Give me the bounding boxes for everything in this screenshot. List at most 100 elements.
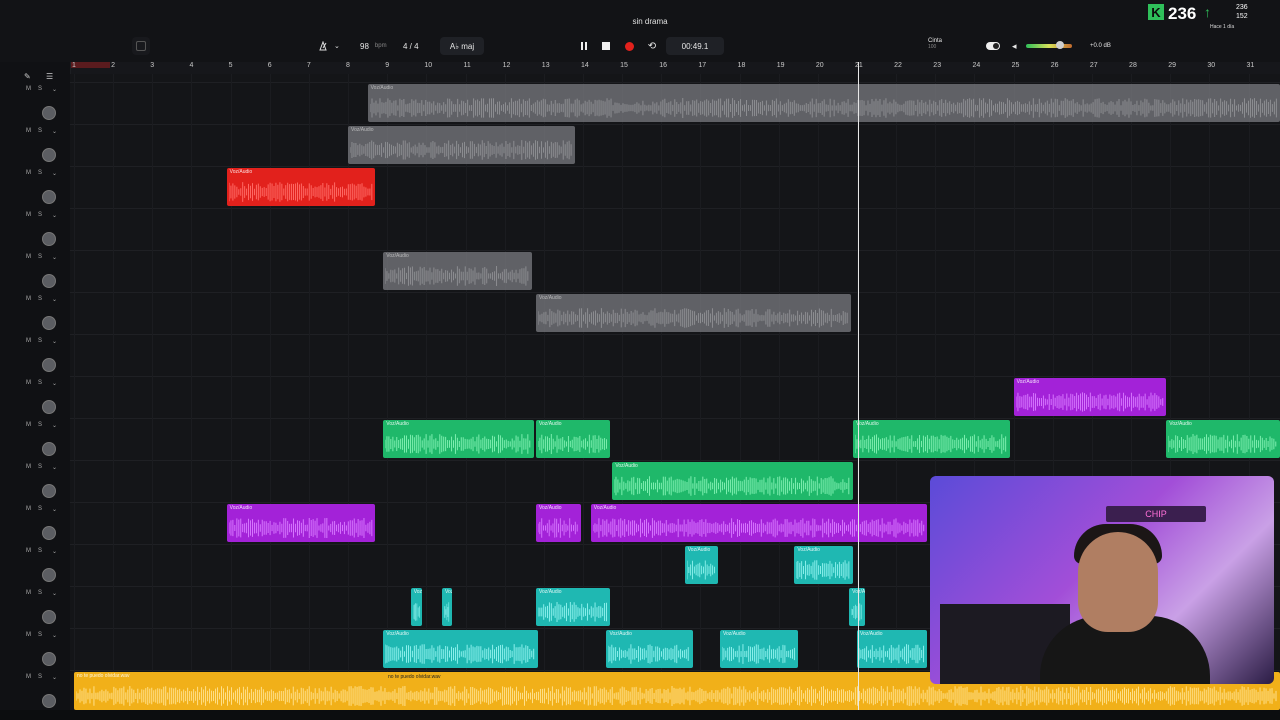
- solo-button[interactable]: S: [38, 212, 42, 218]
- volume-knob[interactable]: [42, 190, 56, 204]
- mute-button[interactable]: M: [26, 422, 31, 428]
- track-header[interactable]: M S ⌄: [0, 380, 66, 422]
- volume-knob[interactable]: [42, 526, 56, 540]
- audio-clip[interactable]: Voz/Audio: [857, 630, 928, 668]
- solo-button[interactable]: S: [38, 590, 42, 596]
- audio-clip[interactable]: Voz/Audio: [535, 294, 852, 332]
- mute-button[interactable]: M: [26, 506, 31, 512]
- track-settings-button[interactable]: ☰: [46, 66, 53, 84]
- solo-button[interactable]: S: [38, 86, 42, 92]
- chevron-down-icon[interactable]: ⌄: [52, 422, 57, 429]
- audio-clip[interactable]: Voz/Audio: [535, 504, 581, 542]
- chevron-down-icon[interactable]: ⌄: [52, 86, 57, 93]
- mute-button[interactable]: M: [26, 380, 31, 386]
- mute-button[interactable]: M: [26, 212, 31, 218]
- mute-button[interactable]: M: [26, 86, 31, 92]
- solo-button[interactable]: S: [38, 338, 42, 344]
- track-header[interactable]: M S ⌄: [0, 590, 66, 632]
- audio-clip[interactable]: Voz/Audio: [226, 504, 376, 542]
- mute-button[interactable]: M: [26, 632, 31, 638]
- stop-button[interactable]: [597, 37, 615, 55]
- audio-clip[interactable]: Voz/Audio: [849, 588, 865, 626]
- monitor-toggle[interactable]: [986, 37, 1000, 55]
- track-header[interactable]: M S ⌄: [0, 254, 66, 296]
- solo-button[interactable]: S: [38, 506, 42, 512]
- volume-knob[interactable]: [42, 316, 56, 330]
- mute-button[interactable]: M: [26, 548, 31, 554]
- loop-region[interactable]: [70, 62, 110, 68]
- chevron-down-icon[interactable]: ⌄: [52, 296, 57, 303]
- solo-button[interactable]: S: [38, 674, 42, 680]
- chevron-down-icon[interactable]: ⌄: [52, 254, 57, 261]
- mute-button[interactable]: M: [26, 296, 31, 302]
- track-header[interactable]: M S ⌄: [0, 632, 66, 674]
- chevron-down-icon[interactable]: ⌄: [52, 128, 57, 135]
- track-header[interactable]: M S ⌄: [0, 464, 66, 506]
- mute-button[interactable]: M: [26, 254, 31, 260]
- solo-button[interactable]: S: [38, 548, 42, 554]
- volume-knob[interactable]: [42, 232, 56, 246]
- mute-button[interactable]: M: [26, 674, 31, 680]
- audio-clip[interactable]: Voz/Audio: [853, 420, 1010, 458]
- audio-clip[interactable]: Voz/Audio: [590, 504, 928, 542]
- mute-button[interactable]: M: [26, 170, 31, 176]
- track-header[interactable]: M S ⌄: [0, 170, 66, 212]
- track-header[interactable]: M S ⌄: [0, 506, 66, 548]
- chevron-down-icon[interactable]: ⌄: [52, 548, 57, 555]
- solo-button[interactable]: S: [38, 170, 42, 176]
- audio-clip[interactable]: Voz/Audio: [383, 630, 538, 668]
- chevron-down-icon[interactable]: ⌄: [52, 674, 57, 681]
- chevron-down-icon[interactable]: ⌄: [52, 338, 57, 345]
- audio-clip[interactable]: Voz/Audio: [606, 630, 693, 668]
- mute-button[interactable]: M: [26, 338, 31, 344]
- time-signature-control[interactable]: 4 / 4: [403, 37, 419, 55]
- pencil-tool-button[interactable]: ✎: [24, 66, 31, 84]
- chevron-down-icon[interactable]: ⌄: [52, 464, 57, 471]
- key-selector[interactable]: A♭ maj: [440, 37, 484, 55]
- audio-clip[interactable]: Voz/Audio: [383, 420, 534, 458]
- track-header[interactable]: M S ⌄: [0, 86, 66, 128]
- audio-clip[interactable]: Voz/Audio: [1013, 378, 1167, 416]
- volume-knob[interactable]: [42, 694, 56, 708]
- pause-button[interactable]: [575, 37, 593, 55]
- volume-knob[interactable]: [42, 484, 56, 498]
- audio-clip[interactable]: Voz/Audio: [535, 588, 611, 626]
- solo-button[interactable]: S: [38, 296, 42, 302]
- audio-clip[interactable]: Voz/Audio: [612, 462, 854, 500]
- volume-knob[interactable]: [42, 442, 56, 456]
- audio-clip[interactable]: Voz/Audio: [226, 168, 376, 206]
- volume-slider[interactable]: [1026, 41, 1072, 49]
- audio-clip[interactable]: Voz/Audio: [719, 630, 799, 668]
- audio-clip[interactable]: Voz/Audio: [410, 588, 423, 626]
- mute-button[interactable]: M: [26, 464, 31, 470]
- bpm-control[interactable]: 98 bpm: [360, 37, 387, 55]
- track-header[interactable]: M S ⌄: [0, 548, 66, 590]
- audio-clip[interactable]: Voz/Audio: [383, 252, 533, 290]
- track-header[interactable]: M S ⌄: [0, 128, 66, 170]
- chevron-down-icon[interactable]: ⌄: [52, 506, 57, 513]
- mute-button[interactable]: M: [26, 590, 31, 596]
- chevron-down-icon[interactable]: ⌄: [52, 590, 57, 597]
- volume-knob[interactable]: [42, 400, 56, 414]
- audio-clip[interactable]: Voz/Audio: [535, 420, 611, 458]
- audio-clip[interactable]: Voz/Audio: [1166, 420, 1280, 458]
- volume-knob[interactable]: [42, 610, 56, 624]
- chevron-down-icon[interactable]: ⌄: [52, 380, 57, 387]
- chevron-down-icon[interactable]: ⌄: [52, 212, 57, 219]
- track-header[interactable]: M S ⌄: [0, 296, 66, 338]
- solo-button[interactable]: S: [38, 254, 42, 260]
- audio-clip[interactable]: Voz/Audio: [794, 546, 854, 584]
- armed-track-indicator[interactable]: Cinta 100: [928, 38, 942, 56]
- audio-clip[interactable]: Voz/Audio: [684, 546, 718, 584]
- playhead[interactable]: [858, 62, 859, 720]
- chevron-down-icon[interactable]: ⌄: [52, 170, 57, 177]
- solo-button[interactable]: S: [38, 464, 42, 470]
- loop-button[interactable]: ⟲: [643, 37, 661, 55]
- solo-button[interactable]: S: [38, 632, 42, 638]
- solo-button[interactable]: S: [38, 128, 42, 134]
- volume-slider-handle[interactable]: [1056, 41, 1064, 49]
- solo-button[interactable]: S: [38, 422, 42, 428]
- mute-button[interactable]: M: [26, 128, 31, 134]
- chevron-down-icon[interactable]: ⌄: [52, 632, 57, 639]
- record-button[interactable]: [620, 37, 638, 55]
